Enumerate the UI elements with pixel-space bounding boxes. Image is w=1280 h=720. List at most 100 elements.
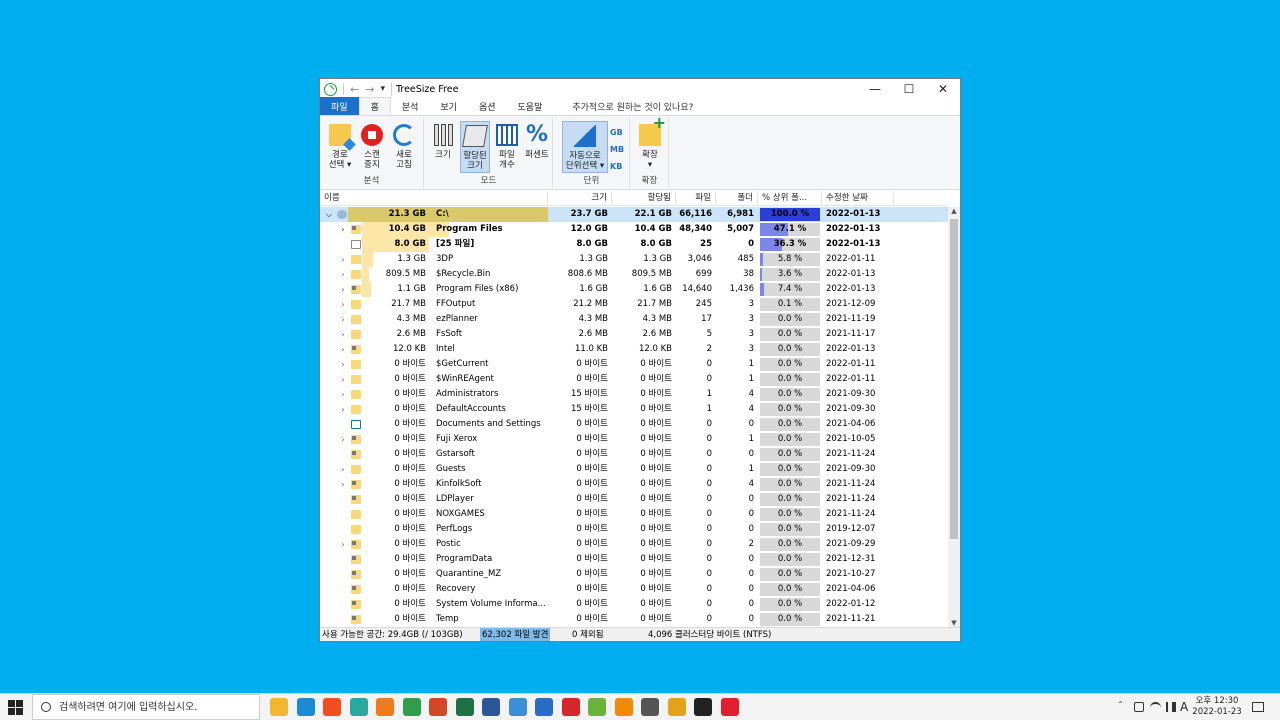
refresh-button[interactable]: 새로 고침 xyxy=(389,121,419,173)
unit-mb-button[interactable]: MB xyxy=(610,141,626,158)
table-row[interactable]: 0 바이트 NOXGAMES 0 바이트 0 바이트 0 0 0.0 % 2021-11-24 xyxy=(320,507,948,522)
table-row[interactable]: › 0 바이트 Postic 0 바이트 0 바이트 0 2 0.0 % 2021-09-29 xyxy=(320,537,948,552)
column-size[interactable]: 크기 xyxy=(548,191,612,206)
back-arrow-icon[interactable]: ← xyxy=(350,83,359,96)
table-row[interactable]: 0 바이트 Gstarsoft 0 바이트 0 바이트 0 0 0.0 % 2021-11-2… xyxy=(320,447,948,462)
chrome-alt-icon[interactable] xyxy=(667,698,686,716)
expand-toggle-icon[interactable]: › xyxy=(338,297,348,312)
table-row[interactable]: 0 바이트 Documents and Settings 0 바이트 0 바이트 0 0 0… xyxy=(320,417,948,432)
table-row[interactable]: › 12.0 KB Intel 11.0 KB 12.0 KB 2 3 0.0 % 2022-0… xyxy=(320,342,948,357)
taskbar-clock[interactable]: 오후 12:30 2022-01-23 xyxy=(1192,696,1242,718)
table-row[interactable]: 0 바이트 Recovery 0 바이트 0 바이트 0 0 0.0 % 2021-04-06 xyxy=(320,582,948,597)
stop-scan-button[interactable]: 스캔 중지 xyxy=(357,121,387,173)
table-row[interactable]: › 10.4 GB Program Files 12.0 GB 10.4 GB 48,34… xyxy=(320,222,948,237)
ribbon-tab[interactable]: 홈 xyxy=(358,97,391,115)
app-green-icon[interactable] xyxy=(588,698,606,716)
path-select-button[interactable]: 경로 선택 ▾ xyxy=(325,121,355,173)
tray-ime-indicator[interactable]: A xyxy=(1180,694,1188,720)
scroll-up-icon[interactable]: ▲ xyxy=(948,207,960,215)
windows-start-icon[interactable] xyxy=(8,700,23,715)
table-row[interactable]: › 0 바이트 Administrators 15 바이트 0 바이트 1 4 0.0 % 20… xyxy=(320,387,948,402)
mode-percent-button[interactable]: % 퍼센트 xyxy=(522,121,552,173)
column-files[interactable]: 파일 xyxy=(676,191,716,206)
minimize-button[interactable]: — xyxy=(858,79,892,99)
table-row[interactable]: › 1.3 GB 3DP 1.3 GB 1.3 GB 3,046 485 5.8 % 2022-… xyxy=(320,252,948,267)
table-row[interactable]: › 0 바이트 KinfolkSoft 0 바이트 0 바이트 0 4 0.0 % 2021-1… xyxy=(320,477,948,492)
edge-icon[interactable] xyxy=(296,698,315,716)
expand-toggle-icon[interactable]: › xyxy=(338,252,348,267)
table-row[interactable]: › 2.6 MB FsSoft 2.6 MB 2.6 MB 5 3 0.0 % 2021-11-… xyxy=(320,327,948,342)
remote-desktop-icon[interactable] xyxy=(508,698,527,716)
tray-wifi-icon[interactable] xyxy=(1150,702,1161,713)
table-row[interactable]: 0 바이트 LDPlayer 0 바이트 0 바이트 0 0 0.0 % 2021-11-24 xyxy=(320,492,948,507)
expand-toggle-icon[interactable]: › xyxy=(338,432,348,447)
ribbon-tab[interactable]: 파일 xyxy=(320,97,359,115)
table-row[interactable]: › 0 바이트 DefaultAccounts 15 바이트 0 바이트 1 4 0.0 % 2… xyxy=(320,402,948,417)
firefox-icon[interactable] xyxy=(376,698,394,716)
ribbon-tab[interactable]: 보기 xyxy=(429,97,468,115)
expand-button[interactable]: 확장 ▾ xyxy=(635,118,666,173)
auto-unit-button[interactable]: 자동으로 단위선택 ▾ xyxy=(562,121,608,173)
column-name[interactable]: 이름 xyxy=(320,191,548,206)
word-icon[interactable] xyxy=(482,698,500,716)
chrome-icon[interactable] xyxy=(402,698,421,716)
mode-size-button[interactable]: 크기 xyxy=(428,121,458,173)
table-row[interactable]: › 809.5 MB $Recycle.Bin 808.6 MB 809.5 MB 699… xyxy=(320,267,948,282)
mode-file-count-button[interactable]: 파일 개수 xyxy=(492,121,522,173)
expand-toggle-icon[interactable]: › xyxy=(338,342,348,357)
taskbar-search-box[interactable]: 검색하려면 여기에 입력하십시오. xyxy=(32,694,260,720)
app-se-icon[interactable] xyxy=(561,698,580,716)
table-row[interactable]: 0 바이트 Temp 0 바이트 0 바이트 0 0 0.0 % 2021-11-21 xyxy=(320,612,948,627)
expand-toggle-icon[interactable]: › xyxy=(338,477,348,492)
expand-toggle-icon[interactable]: › xyxy=(338,537,348,552)
table-row[interactable]: › 0 바이트 Fuji Xerox 0 바이트 0 바이트 0 1 0.0 % 2021-10… xyxy=(320,432,948,447)
app-c-icon[interactable] xyxy=(535,698,553,716)
quick-access-dropdown-icon[interactable]: ▾ xyxy=(380,84,385,94)
tray-meet-icon[interactable] xyxy=(1134,702,1144,712)
table-row[interactable]: 0 바이트 PerfLogs 0 바이트 0 바이트 0 0 0.0 % 2019-12-07 xyxy=(320,522,948,537)
table-row[interactable]: › 0 바이트 $GetCurrent 0 바이트 0 바이트 0 1 0.0 % 2022-0… xyxy=(320,357,948,372)
column-folders[interactable]: 폴더 xyxy=(716,191,758,206)
file-explorer-icon[interactable] xyxy=(270,698,288,716)
vertical-scrollbar[interactable]: ▲ ▼ xyxy=(948,207,960,627)
unit-gb-button[interactable]: GB xyxy=(610,124,626,141)
scroll-thumb[interactable] xyxy=(950,219,958,539)
expand-toggle-icon[interactable]: › xyxy=(338,222,348,237)
column-allocated[interactable]: 할당됨 xyxy=(612,191,676,206)
ribbon-tab[interactable]: 옵션 xyxy=(468,97,507,115)
table-row[interactable]: › 0 바이트 Guests 0 바이트 0 바이트 0 1 0.0 % 2021-09-30 xyxy=(320,462,948,477)
expand-toggle-icon[interactable]: › xyxy=(338,372,348,387)
notifications-icon[interactable] xyxy=(1252,702,1264,712)
vlc-icon[interactable] xyxy=(614,698,633,716)
table-row[interactable]: › 1.1 GB Program Files (x86) 1.6 GB 1.6 GB 14… xyxy=(320,282,948,297)
expand-toggle-icon[interactable]: › xyxy=(338,402,348,417)
tray-chevron-icon[interactable]: ˆ xyxy=(1118,694,1123,720)
excel-icon[interactable] xyxy=(455,698,474,716)
forward-arrow-icon[interactable]: → xyxy=(365,83,374,96)
mode-allocated-button[interactable]: 할당된 크기 xyxy=(460,121,490,173)
unit-kb-button[interactable]: KB xyxy=(610,158,626,175)
ribbon-tab[interactable]: 도움말 xyxy=(507,97,554,115)
maximize-button[interactable]: ☐ xyxy=(892,79,926,99)
ribbon-tab[interactable]: 분석 xyxy=(391,97,430,115)
brave-icon[interactable] xyxy=(323,698,341,716)
app-s-icon[interactable] xyxy=(349,698,368,716)
powerpoint-icon[interactable] xyxy=(429,698,447,716)
table-row[interactable]: › 4.3 MB ezPlanner 4.3 MB 4.3 MB 17 3 0.0 % 2021… xyxy=(320,312,948,327)
scroll-down-icon[interactable]: ▼ xyxy=(948,619,960,627)
table-row[interactable]: ⌵ 21.3 GB C:\ 23.7 GB 22.1 GB 66,116 6,981 100.… xyxy=(320,207,948,222)
expand-toggle-icon[interactable]: › xyxy=(338,462,348,477)
opera-icon[interactable] xyxy=(720,698,739,716)
expand-toggle-icon[interactable]: › xyxy=(338,267,348,282)
table-row[interactable]: › 0 바이트 $WinREAgent 0 바이트 0 바이트 0 1 0.0 % 2022-0… xyxy=(320,372,948,387)
table-row[interactable]: 0 바이트 Quarantine_MZ 0 바이트 0 바이트 0 0 0.0 % 2021-… xyxy=(320,567,948,582)
column-modified[interactable]: 수정한 날짜 xyxy=(822,191,894,206)
close-button[interactable]: ✕ xyxy=(926,79,960,99)
calculator-icon[interactable] xyxy=(641,698,659,716)
expand-toggle-icon[interactable]: › xyxy=(338,282,348,297)
sticky-notes-icon[interactable] xyxy=(694,698,712,716)
column-percent[interactable]: % 상위 폴... xyxy=(758,191,822,206)
table-row[interactable]: 8.0 GB [25 파일] 8.0 GB 8.0 GB 25 0 36.3 % 2022-0… xyxy=(320,237,948,252)
ribbon-tab[interactable]: 추가적으로 원하는 것이 있나요? xyxy=(561,97,704,115)
tray-volume-icon[interactable] xyxy=(1166,702,1176,712)
